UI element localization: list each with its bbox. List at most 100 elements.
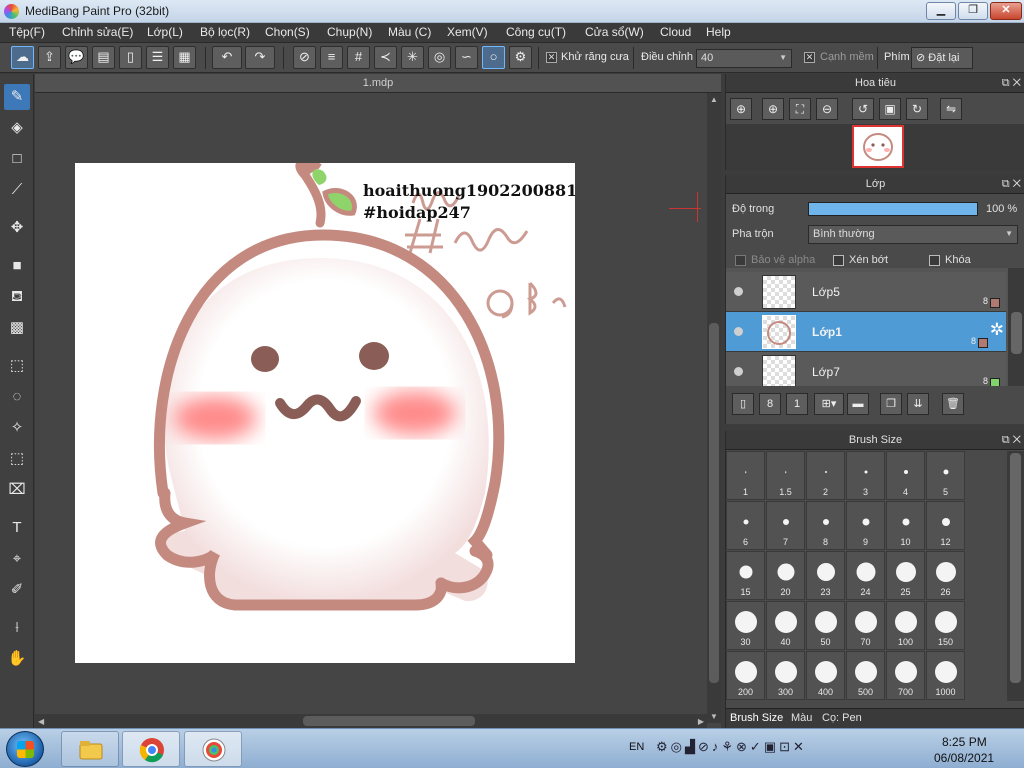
eye-icon[interactable] (734, 367, 743, 376)
layer-row[interactable]: Lớp1 8 ✲ (726, 312, 1006, 352)
eraser-tool-icon[interactable]: ◈ (4, 115, 30, 141)
canvas-vertical-scrollbar[interactable]: ▲ ▼ (707, 93, 721, 723)
text-tool-icon[interactable]: T (4, 515, 30, 541)
comment-icon[interactable]: ▤ (92, 46, 115, 69)
layer-scroll-thumb[interactable] (1011, 312, 1022, 354)
tab-color[interactable]: Màu (791, 712, 812, 724)
navigator-preview[interactable] (726, 124, 1024, 170)
brush-size-option[interactable]: 40 (766, 601, 805, 650)
menu-layer[interactable]: Lớp(L) (147, 25, 183, 39)
blur-tool-icon[interactable]: ⟋ (4, 177, 30, 203)
taskbar-medibang[interactable] (184, 731, 242, 767)
brush-size-option[interactable]: 30 (726, 601, 765, 650)
brush-tool-icon[interactable]: ✎ (4, 84, 30, 110)
clipping-checkbox[interactable] (833, 255, 844, 266)
zoom-fit-icon[interactable]: ⊕ (730, 98, 752, 120)
menu-help[interactable]: Help (706, 25, 731, 39)
eye-icon[interactable] (734, 327, 743, 336)
page-icon[interactable]: ▯ (119, 46, 142, 69)
gear-icon[interactable]: ✲ (990, 320, 1004, 340)
horizontal-scroll-thumb[interactable] (303, 716, 475, 726)
drawing-canvas[interactable]: hoaithuong19022008811O #hoidap247 (75, 163, 575, 663)
clock-time[interactable]: 8:25 PM (942, 735, 987, 749)
bucket-tool-icon[interactable]: ⛾ (4, 284, 30, 310)
flip-horizontal-icon[interactable]: ⇋ (940, 98, 962, 120)
snap-off-icon[interactable]: ⊘ (293, 46, 316, 69)
zoom-in-icon[interactable]: ⊕ (762, 98, 784, 120)
rotate-left-icon[interactable]: ↺ (852, 98, 874, 120)
duplicate-layer-icon[interactable]: ❐ (880, 393, 902, 415)
menu-file[interactable]: Tệp(F) (9, 25, 45, 39)
panel-float-close-icons[interactable]: ⧉ ✕ (1002, 431, 1021, 450)
page-grid-icon[interactable]: ▦ (173, 46, 196, 69)
brush-size-option[interactable]: 23 (806, 551, 845, 600)
brush-size-option[interactable]: 500 (846, 651, 885, 700)
select-rect-tool-icon[interactable]: ⬚ (4, 353, 30, 379)
brush-size-option[interactable]: 700 (886, 651, 925, 700)
hand-tool-icon[interactable]: ✋ (4, 646, 30, 672)
eyedropper-tool-icon[interactable]: ⟊ (4, 615, 30, 641)
menu-window[interactable]: Cửa sổ(W) (585, 25, 644, 39)
snap-curve-icon[interactable]: ∽ (455, 46, 478, 69)
start-button[interactable] (6, 731, 44, 767)
snap-perspective-icon[interactable]: ≺ (374, 46, 397, 69)
blend-mode-select[interactable]: Bình thường ▼ (808, 225, 1018, 244)
snap-settings-icon[interactable]: ⚙ (509, 46, 532, 69)
tab-brush-pen[interactable]: Cọ: Pen (822, 712, 862, 724)
brush-size-option[interactable]: 1 (726, 451, 765, 500)
protect-alpha-checkbox[interactable] (735, 255, 746, 266)
zoom-out-icon[interactable]: ⊖ (816, 98, 838, 120)
new-8bit-layer-icon[interactable]: 8 (759, 393, 781, 415)
snap-radial-icon[interactable]: ✳ (401, 46, 424, 69)
brush-size-option[interactable]: 200 (726, 651, 765, 700)
eye-icon[interactable] (734, 287, 743, 296)
share-icon[interactable]: ⇪ (38, 46, 61, 69)
brush-size-option[interactable]: 3 (846, 451, 885, 500)
scroll-down-icon[interactable]: ▼ (710, 712, 718, 721)
brush-size-option[interactable]: 1.5 (766, 451, 805, 500)
folder-icon[interactable]: ▬ (847, 393, 869, 415)
panel-tool-icon[interactable]: ⌖ (4, 546, 30, 572)
snap-circle-icon[interactable]: ◎ (428, 46, 451, 69)
scroll-up-icon[interactable]: ▲ (710, 95, 718, 104)
brush-size-option[interactable]: 4 (886, 451, 925, 500)
taskbar-explorer[interactable] (61, 731, 119, 767)
layer-row[interactable]: Lớp7 8 (726, 352, 1006, 386)
brush-size-option[interactable]: 5 (926, 451, 965, 500)
new-layer-icon[interactable]: ▯ (732, 393, 754, 415)
fit-window-icon[interactable]: ⛶ (789, 98, 811, 120)
snap-grid-icon[interactable]: # (347, 46, 370, 69)
brush-size-option[interactable]: 15 (726, 551, 765, 600)
canvas-horizontal-scrollbar[interactable]: ◀ ▶ (35, 714, 707, 728)
brush-size-option[interactable]: 8 (806, 501, 845, 550)
menu-view[interactable]: Xem(V) (447, 25, 488, 39)
redo-icon[interactable]: ↷ (245, 46, 275, 69)
clock-date[interactable]: 06/08/2021 (934, 751, 994, 765)
antialias-checkbox[interactable]: ✕ (546, 52, 557, 63)
brush-size-option[interactable]: 400 (806, 651, 845, 700)
menu-color[interactable]: Màu (C) (388, 25, 431, 39)
scroll-right-icon[interactable]: ▶ (698, 717, 704, 726)
layer-list-scrollbar[interactable] (1008, 268, 1024, 386)
dot-tool-icon[interactable]: □ (4, 146, 30, 172)
select-eraser-tool-icon[interactable]: ⌧ (4, 477, 30, 503)
page-list-icon[interactable]: ☰ (146, 46, 169, 69)
reset-button[interactable]: ⊘ Đặt lại (911, 47, 973, 69)
language-indicator[interactable]: EN (629, 741, 644, 753)
trash-icon[interactable]: 🗑 (942, 393, 964, 415)
opacity-slider[interactable] (808, 202, 978, 216)
cloud-icon[interactable]: ☁ (11, 46, 34, 69)
panel-float-close-icons[interactable]: ⧉ ✕ (1002, 74, 1021, 93)
brush-size-option[interactable]: 24 (846, 551, 885, 600)
minimize-button[interactable]: ▁ (926, 2, 956, 20)
menu-filter[interactable]: Bộ lọc(R) (200, 25, 250, 39)
menu-edit[interactable]: Chỉnh sửa(E) (62, 25, 133, 39)
gradient-tool-icon[interactable]: ▩ (4, 315, 30, 341)
merge-layer-icon[interactable]: ⇊ (907, 393, 929, 415)
brush-scroll-thumb[interactable] (1010, 453, 1021, 683)
document-tab[interactable]: 1.mdp (35, 74, 721, 93)
brush-size-option[interactable]: 150 (926, 601, 965, 650)
layer-row[interactable]: Lớp5 8 (726, 272, 1006, 312)
brush-size-option[interactable]: 6 (726, 501, 765, 550)
brush-size-option[interactable]: 70 (846, 601, 885, 650)
